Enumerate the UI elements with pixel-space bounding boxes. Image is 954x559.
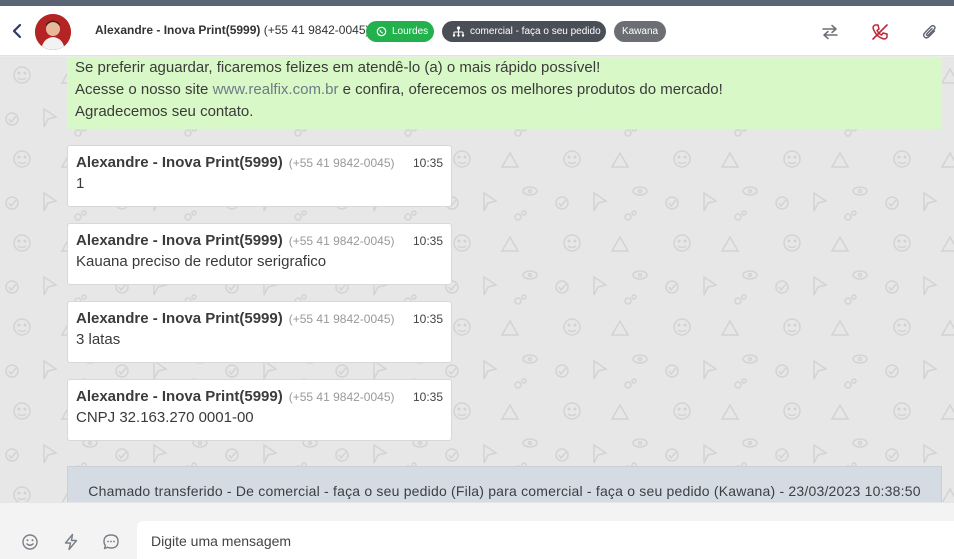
transfer-notice: Chamado transferido - De comercial - faç…	[67, 466, 942, 502]
message-sender: Alexandre - Inova Print(5999)	[76, 388, 283, 405]
back-icon[interactable]	[9, 22, 27, 40]
message-text: CNPJ 32.163.270 0001-00	[76, 409, 254, 426]
message-time: 10:35	[412, 312, 443, 326]
greeting-line-1: Se preferir aguardar, ficaremos felizes …	[75, 59, 601, 76]
contact-name: Alexandre - Inova Print(5999)	[95, 23, 261, 37]
chat-area[interactable]: Se preferir aguardar, ficaremos felizes …	[0, 57, 954, 502]
agent-chip[interactable]: Kawana	[614, 21, 666, 42]
site-link[interactable]: www.realfix.com.br	[213, 81, 339, 98]
message-bubble[interactable]: Alexandre - Inova Print(5999) (+55 41 98…	[67, 223, 452, 285]
message-sender: Alexandre - Inova Print(5999)	[76, 154, 283, 171]
contact-phone: (+55 41 9842-0045)	[263, 23, 370, 37]
greeting-line-2: Acesse o nosso site www.realfix.com.br e…	[75, 79, 942, 101]
avatar[interactable]	[35, 14, 71, 50]
message-text: Kauana preciso de redutor serigrafico	[76, 253, 327, 270]
message-sender: Alexandre - Inova Print(5999)	[76, 232, 283, 249]
message-phone: (+55 41 9842-0045)	[288, 156, 395, 170]
greeting-message: Se preferir aguardar, ficaremos felizes …	[67, 57, 942, 129]
message-phone: (+55 41 9842-0045)	[288, 234, 395, 248]
message-phone: (+55 41 9842-0045)	[288, 312, 395, 326]
greeting-line-3: Agradecemos seu contato.	[75, 103, 254, 120]
contact-info: Alexandre - Inova Print(5999) (+55 41 98…	[95, 23, 369, 37]
chat-header: Alexandre - Inova Print(5999) (+55 41 98…	[0, 6, 954, 56]
whatsapp-icon	[376, 26, 387, 37]
message-phone: (+55 41 9842-0045)	[288, 390, 395, 404]
message-text: 3 latas	[76, 331, 121, 348]
message-time: 10:35	[412, 234, 443, 248]
message-bubble[interactable]: Alexandre - Inova Print(5999) (+55 41 98…	[67, 301, 452, 363]
chat-icon[interactable]	[102, 533, 122, 553]
hangup-icon[interactable]	[869, 21, 891, 43]
message-bubble[interactable]: Alexandre - Inova Print(5999) (+55 41 98…	[67, 145, 452, 207]
attachment-icon[interactable]	[919, 21, 941, 43]
queue-icon	[452, 26, 465, 37]
greeting-line-2-text: Acesse o nosso site	[75, 81, 213, 98]
transfer-icon[interactable]	[819, 21, 841, 43]
agent-chip-label: Kawana	[621, 26, 659, 37]
message-sender: Alexandre - Inova Print(5999)	[76, 310, 283, 327]
quick-reply-icon[interactable]	[62, 533, 82, 553]
message-text: 1	[76, 175, 85, 192]
message-time: 10:35	[412, 390, 443, 404]
message-bubble[interactable]: Alexandre - Inova Print(5999) (+55 41 98…	[67, 379, 452, 441]
message-time: 10:35	[412, 156, 443, 170]
greeting-line-2-rest: e confira, oferecemos os melhores produt…	[338, 81, 723, 98]
queue-chip-label: comercial - faça o seu pedido	[470, 26, 601, 37]
message-input[interactable]	[137, 521, 954, 559]
emoji-icon[interactable]	[21, 533, 41, 553]
message-composer	[0, 502, 954, 559]
channel-chip-label: Lourdes	[392, 26, 429, 37]
whatsapp-channel-chip[interactable]: Lourdes	[366, 21, 434, 42]
queue-chip[interactable]: comercial - faça o seu pedido	[442, 21, 606, 42]
